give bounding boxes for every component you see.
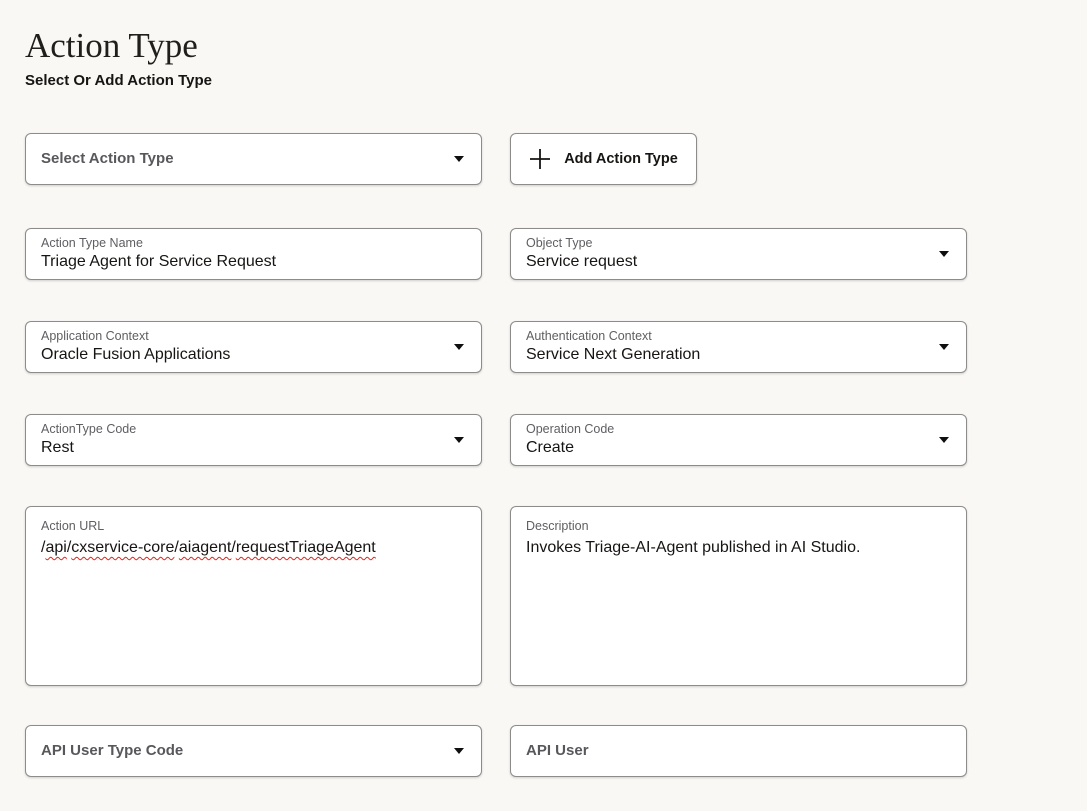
form-row-3: ActionType Code Rest Operation Code Crea… <box>25 414 1087 466</box>
description-field[interactable]: Description Invokes Triage-AI-Agent publ… <box>510 506 967 686</box>
chevron-down-icon <box>454 748 464 754</box>
application-context-value: Oracle Fusion Applications <box>41 345 439 366</box>
chevron-down-icon <box>454 156 464 162</box>
description-value: Invokes Triage-AI-Agent published in AI … <box>526 538 951 559</box>
form-row-4: Action URL /api/cxservice-core/aiagent/r… <box>25 506 1087 686</box>
select-action-type-placeholder: Select Action Type <box>41 150 439 167</box>
api-user-placeholder: API User <box>526 742 924 759</box>
operation-code-value: Create <box>526 438 924 459</box>
object-type-label: Object Type <box>526 235 924 251</box>
operation-code-dropdown[interactable]: Operation Code Create <box>510 414 967 466</box>
authentication-context-value: Service Next Generation <box>526 345 924 366</box>
form-row-2: Application Context Oracle Fusion Applic… <box>25 321 1087 373</box>
authentication-context-dropdown[interactable]: Authentication Context Service Next Gene… <box>510 321 967 373</box>
application-context-dropdown[interactable]: Application Context Oracle Fusion Applic… <box>25 321 482 373</box>
operation-code-label: Operation Code <box>526 421 924 437</box>
action-url-field[interactable]: Action URL /api/cxservice-core/aiagent/r… <box>25 506 482 686</box>
selector-row: Select Action Type Add Action Type <box>25 133 1087 185</box>
chevron-down-icon <box>454 437 464 443</box>
api-user-field[interactable]: API User <box>510 725 967 777</box>
chevron-down-icon <box>454 344 464 350</box>
add-action-type-button[interactable]: Add Action Type <box>510 133 697 185</box>
plus-icon <box>529 148 551 170</box>
action-type-code-label: ActionType Code <box>41 421 439 437</box>
action-type-name-label: Action Type Name <box>41 235 439 251</box>
chevron-down-icon <box>939 437 949 443</box>
action-type-code-value: Rest <box>41 438 439 459</box>
action-url-label: Action URL <box>41 519 104 533</box>
chevron-down-icon <box>939 344 949 350</box>
api-user-type-code-dropdown[interactable]: API User Type Code <box>25 725 482 777</box>
api-user-type-code-placeholder: API User Type Code <box>41 742 439 759</box>
page-subtitle: Select Or Add Action Type <box>25 72 1087 89</box>
page-title: Action Type <box>25 28 1087 65</box>
select-action-type-dropdown[interactable]: Select Action Type <box>25 133 482 185</box>
form-row-1: Action Type Name Triage Agent for Servic… <box>25 228 1087 280</box>
form-row-5: API User Type Code API User <box>25 725 1087 777</box>
action-type-name-field[interactable]: Action Type Name Triage Agent for Servic… <box>25 228 482 280</box>
description-label: Description <box>526 519 589 533</box>
action-type-code-dropdown[interactable]: ActionType Code Rest <box>25 414 482 466</box>
action-type-name-value: Triage Agent for Service Request <box>41 252 439 273</box>
application-context-label: Application Context <box>41 328 439 344</box>
action-url-value: /api/cxservice-core/aiagent/requestTriag… <box>41 538 466 559</box>
authentication-context-label: Authentication Context <box>526 328 924 344</box>
object-type-dropdown[interactable]: Object Type Service request <box>510 228 967 280</box>
object-type-value: Service request <box>526 252 924 273</box>
add-action-type-label: Add Action Type <box>564 151 678 167</box>
action-type-page: Action Type Select Or Add Action Type Se… <box>0 0 1087 811</box>
chevron-down-icon <box>939 251 949 257</box>
